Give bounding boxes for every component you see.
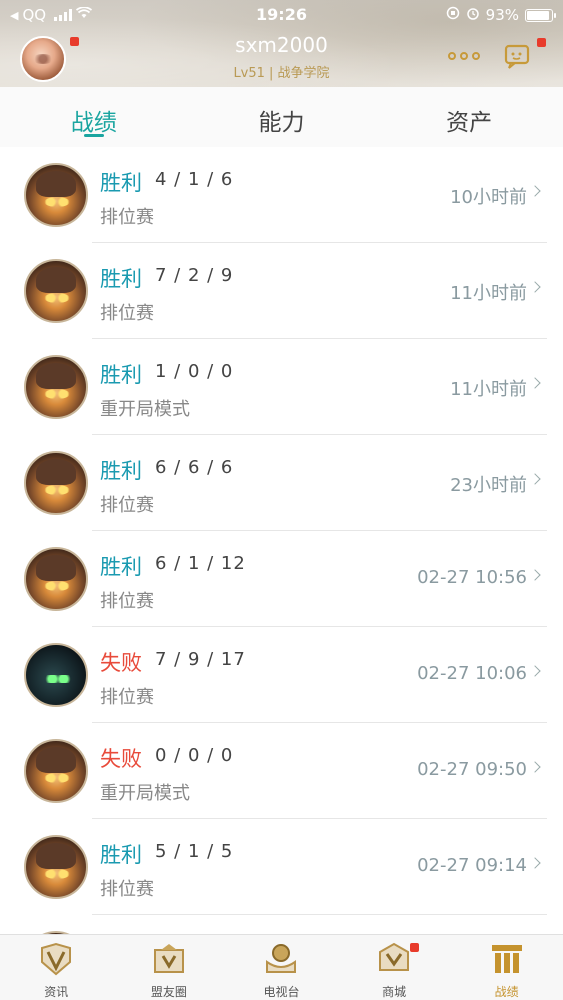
match-mode: 排位赛: [100, 591, 154, 612]
tab-bar: 战绩 能力 资产: [0, 87, 563, 147]
match-result: 胜利: [100, 267, 142, 291]
match-row[interactable]: 胜利 4 / 1 / 6 排位赛 10小时前: [0, 147, 563, 243]
match-time: 11小时前: [450, 379, 527, 400]
battery-percent: 93%: [485, 6, 519, 24]
orientation-lock-icon: [446, 6, 460, 24]
match-time: 23小时前: [450, 475, 527, 496]
match-time: 10小时前: [450, 187, 527, 208]
match-kda: 0 / 0 / 0: [155, 745, 234, 766]
match-kda: 6 / 1 / 12: [155, 553, 246, 574]
match-result: 失败: [100, 651, 142, 675]
match-time: 02-27 09:50: [417, 759, 527, 780]
champion-avatar: [24, 355, 88, 419]
chevron-right-icon: [529, 377, 541, 389]
nav-label: 商城: [382, 985, 407, 999]
nav-item-record[interactable]: 战绩: [450, 935, 563, 1000]
champion-avatar: [24, 547, 88, 611]
news-icon: [38, 942, 74, 976]
nav-label: 电视台: [263, 985, 300, 999]
match-mode: 重开局模式: [100, 399, 190, 420]
match-result: 胜利: [100, 171, 142, 195]
chevron-right-icon: [529, 185, 541, 197]
nav-item-tv[interactable]: 电视台: [225, 935, 338, 1000]
nav-notification-badge: [409, 943, 419, 952]
champion-avatar: [24, 451, 88, 515]
nav-label: 战绩: [494, 985, 519, 999]
battery-icon: [525, 8, 556, 22]
chat-button[interactable]: [503, 42, 533, 70]
match-result: 胜利: [100, 363, 142, 387]
bottom-navigation: 资讯 盟友圈 电视台 商城 战绩: [0, 934, 563, 1000]
match-kda: 7 / 2 / 9: [155, 265, 234, 286]
tab-records[interactable]: 战绩: [0, 87, 188, 147]
match-mode: 排位赛: [100, 879, 154, 900]
match-row-partial: [0, 915, 563, 934]
match-time: 02-27 09:14: [417, 855, 527, 876]
match-kda: 1 / 0 / 0: [155, 361, 234, 382]
match-result: 胜利: [100, 555, 142, 579]
chat-notification-badge: [537, 38, 546, 47]
chevron-right-icon: [529, 761, 541, 773]
match-result: 失败: [100, 747, 142, 771]
match-mode: 排位赛: [100, 495, 154, 516]
match-row[interactable]: 胜利 6 / 1 / 12 排位赛 02-27 10:56: [0, 531, 563, 627]
match-row[interactable]: 胜利 7 / 2 / 9 排位赛 11小时前: [0, 243, 563, 339]
match-kda: 5 / 1 / 5: [155, 841, 234, 862]
chat-icon: [504, 44, 530, 69]
match-row[interactable]: 胜利 1 / 0 / 0 重开局模式 11小时前: [0, 339, 563, 435]
match-kda: 4 / 1 / 6: [155, 169, 234, 190]
nav-item-friends-circle[interactable]: 盟友圈: [113, 935, 226, 1000]
alarm-icon: [466, 6, 480, 24]
tab-ability[interactable]: 能力: [188, 87, 376, 147]
champion-avatar: [24, 259, 88, 323]
status-bar: ◀ QQ 19:26 93%: [0, 0, 563, 30]
match-time: 11小时前: [450, 283, 527, 304]
chevron-right-icon: [529, 473, 541, 485]
champion-avatar: [24, 739, 88, 803]
champion-avatar: [24, 163, 88, 227]
match-result: 胜利: [100, 843, 142, 867]
profile-header: ◀ QQ 19:26 93% sxm2000 Lv51 | 战争学院: [0, 0, 563, 87]
match-kda: 6 / 6 / 6: [155, 457, 234, 478]
tv-icon: [263, 942, 299, 976]
match-mode: 排位赛: [100, 687, 154, 708]
match-list[interactable]: 胜利 4 / 1 / 6 排位赛 10小时前 胜利 7 / 2 / 9 排位赛 11小时前 胜利…: [0, 147, 563, 934]
nav-item-news[interactable]: 资讯: [0, 935, 113, 1000]
nav-label: 资讯: [44, 985, 69, 999]
match-result: 胜利: [100, 459, 142, 483]
chevron-right-icon: [529, 857, 541, 869]
nav-label: 盟友圈: [150, 985, 187, 999]
match-mode: 排位赛: [100, 207, 154, 228]
tab-assets[interactable]: 资产: [375, 87, 563, 147]
match-row[interactable]: 失败 0 / 0 / 0 重开局模式 02-27 09:50: [0, 723, 563, 819]
champion-avatar: [24, 835, 88, 899]
nav-item-store[interactable]: 商城: [338, 935, 451, 1000]
chevron-right-icon: [529, 281, 541, 293]
match-time: 02-27 10:56: [417, 567, 527, 588]
store-icon: [376, 942, 412, 976]
chevron-right-icon: [529, 665, 541, 677]
friends-circle-icon: [151, 942, 187, 976]
match-row[interactable]: 胜利 5 / 1 / 5 排位赛 02-27 09:14: [0, 819, 563, 915]
champion-avatar: [24, 643, 88, 707]
match-mode: 重开局模式: [100, 783, 190, 804]
chevron-right-icon: [529, 569, 541, 581]
match-mode: 排位赛: [100, 303, 154, 324]
more-options-button[interactable]: [446, 48, 482, 64]
level-server-info: Lv51 | 战争学院: [233, 66, 330, 81]
match-time: 02-27 10:06: [417, 663, 527, 684]
record-icon: [489, 942, 525, 976]
match-kda: 7 / 9 / 17: [155, 649, 246, 670]
match-row[interactable]: 胜利 6 / 6 / 6 排位赛 23小时前: [0, 435, 563, 531]
match-row[interactable]: 失败 7 / 9 / 17 排位赛 02-27 10:06: [0, 627, 563, 723]
